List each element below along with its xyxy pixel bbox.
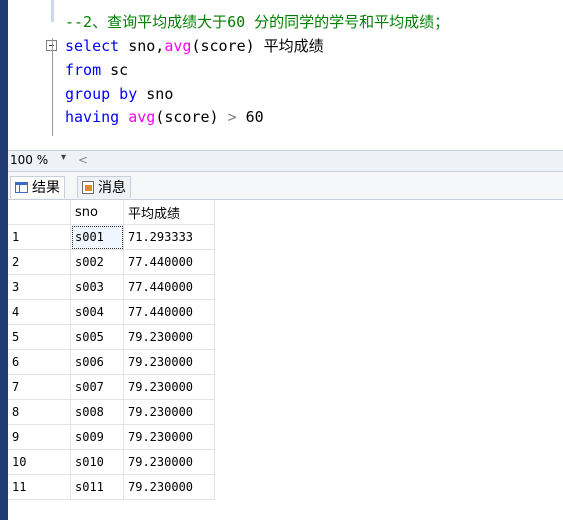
cell-sno[interactable]: s003 <box>70 274 124 300</box>
cell-sno[interactable]: s007 <box>70 374 124 400</box>
scroll-left-icon[interactable]: < <box>78 153 88 167</box>
outline-guide <box>52 38 53 136</box>
operator-gt: > <box>227 108 237 126</box>
code-line-having[interactable]: having avg(score) > 60 <box>65 107 264 127</box>
table-row[interactable]: 7 s007 79.230000 <box>8 374 215 400</box>
keyword-having: having <box>65 108 120 126</box>
grid-icon <box>15 182 28 193</box>
cell-avg-score[interactable]: 77.440000 <box>123 249 215 275</box>
cell-avg-score[interactable]: 71.293333 <box>123 224 215 250</box>
cell-sno[interactable]: s004 <box>70 299 124 325</box>
cell-sno[interactable]: s006 <box>70 349 124 375</box>
code-line-group-by[interactable]: group by sno <box>65 84 173 104</box>
tab-messages[interactable]: 消息 <box>77 176 131 198</box>
cell-sno[interactable]: s008 <box>70 399 124 425</box>
cell-avg-score[interactable]: 77.440000 <box>123 299 215 325</box>
code-text: (score) <box>155 108 228 126</box>
cell-avg-score[interactable]: 79.230000 <box>123 374 215 400</box>
code-text: sno, <box>119 37 165 55</box>
results-grid-area: sno 平均成绩 1 s001 71.293333 2 s002 77.440000 3 s0… <box>8 200 563 520</box>
grid-header-row: sno 平均成绩 <box>8 200 215 225</box>
function-avg: avg <box>164 37 192 55</box>
keyword-group-by: group by <box>65 85 138 103</box>
cell-sno[interactable]: s010 <box>70 449 124 475</box>
row-number[interactable]: 3 <box>8 274 71 300</box>
table-row[interactable]: 10 s010 79.230000 <box>8 449 215 475</box>
row-number[interactable]: 6 <box>8 349 71 375</box>
grid-corner[interactable] <box>8 200 71 225</box>
cell-sno[interactable]: s005 <box>70 324 124 350</box>
zoom-level[interactable]: 100 % <box>10 153 48 167</box>
table-row[interactable]: 2 s002 77.440000 <box>8 249 215 275</box>
chevron-down-icon[interactable]: ▾ <box>61 152 66 163</box>
tab-messages-label: 消息 <box>98 179 126 196</box>
table-row[interactable]: 6 s006 79.230000 <box>8 349 215 375</box>
query-editor[interactable]: --2、查询平均成绩大于60 分的同学的学号和平均成绩； select sno,… <box>8 0 563 150</box>
code-text: (score) 平均成绩 <box>191 37 324 55</box>
messages-icon <box>82 181 94 194</box>
change-tracking-mark <box>51 0 54 22</box>
results-grid: sno 平均成绩 1 s001 71.293333 2 s002 77.440000 3 s0… <box>8 200 215 500</box>
cell-sno[interactable]: s002 <box>70 249 124 275</box>
row-number[interactable]: 5 <box>8 324 71 350</box>
cell-avg-score[interactable]: 79.230000 <box>123 399 215 425</box>
cell-avg-score[interactable]: 79.230000 <box>123 449 215 475</box>
cell-sno[interactable]: s009 <box>70 424 124 450</box>
row-number[interactable]: 7 <box>8 374 71 400</box>
code-text: sc <box>101 61 129 79</box>
results-tabs: 结果 消息 <box>8 172 563 200</box>
keyword-select: select <box>65 37 120 55</box>
table-row[interactable]: 8 s008 79.230000 <box>8 399 215 425</box>
table-row[interactable]: 5 s005 79.230000 <box>8 324 215 350</box>
table-row[interactable]: 9 s009 79.230000 <box>8 424 215 450</box>
row-number[interactable]: 11 <box>8 474 71 500</box>
window-left-border <box>0 0 8 520</box>
table-row[interactable]: 1 s001 71.293333 <box>8 224 215 250</box>
code-comment-line[interactable]: --2、查询平均成绩大于60 分的同学的学号和平均成绩； <box>65 12 449 32</box>
cell-avg-score[interactable]: 79.230000 <box>123 349 215 375</box>
row-number[interactable]: 2 <box>8 249 71 275</box>
keyword-from: from <box>65 61 102 79</box>
cell-avg-score[interactable]: 79.230000 <box>123 324 215 350</box>
tab-results-label: 结果 <box>32 179 60 196</box>
row-number[interactable]: 9 <box>8 424 71 450</box>
code-text: 60 <box>236 108 264 126</box>
code-line-from[interactable]: from sc <box>65 60 128 80</box>
row-number[interactable]: 8 <box>8 399 71 425</box>
row-number[interactable]: 10 <box>8 449 71 475</box>
zoom-bar: 100 % ▾ < <box>8 150 563 172</box>
cell-avg-score[interactable]: 79.230000 <box>123 424 215 450</box>
code-text: sno <box>137 85 174 103</box>
column-header-sno[interactable]: sno <box>70 200 124 225</box>
table-row[interactable]: 4 s004 77.440000 <box>8 299 215 325</box>
row-number[interactable]: 1 <box>8 224 71 250</box>
table-row[interactable]: 11 s011 79.230000 <box>8 474 215 500</box>
cell-avg-score[interactable]: 79.230000 <box>123 474 215 500</box>
cell-avg-score[interactable]: 77.440000 <box>123 274 215 300</box>
function-avg: avg <box>119 108 156 126</box>
code-line-select[interactable]: select sno,avg(score) 平均成绩 <box>65 36 324 56</box>
tab-results[interactable]: 结果 <box>10 176 65 198</box>
cell-sno[interactable]: s011 <box>70 474 124 500</box>
column-header-avg[interactable]: 平均成绩 <box>123 200 215 225</box>
row-number[interactable]: 4 <box>8 299 71 325</box>
table-row[interactable]: 3 s003 77.440000 <box>8 274 215 300</box>
cell-sno[interactable]: s001 <box>70 224 124 250</box>
